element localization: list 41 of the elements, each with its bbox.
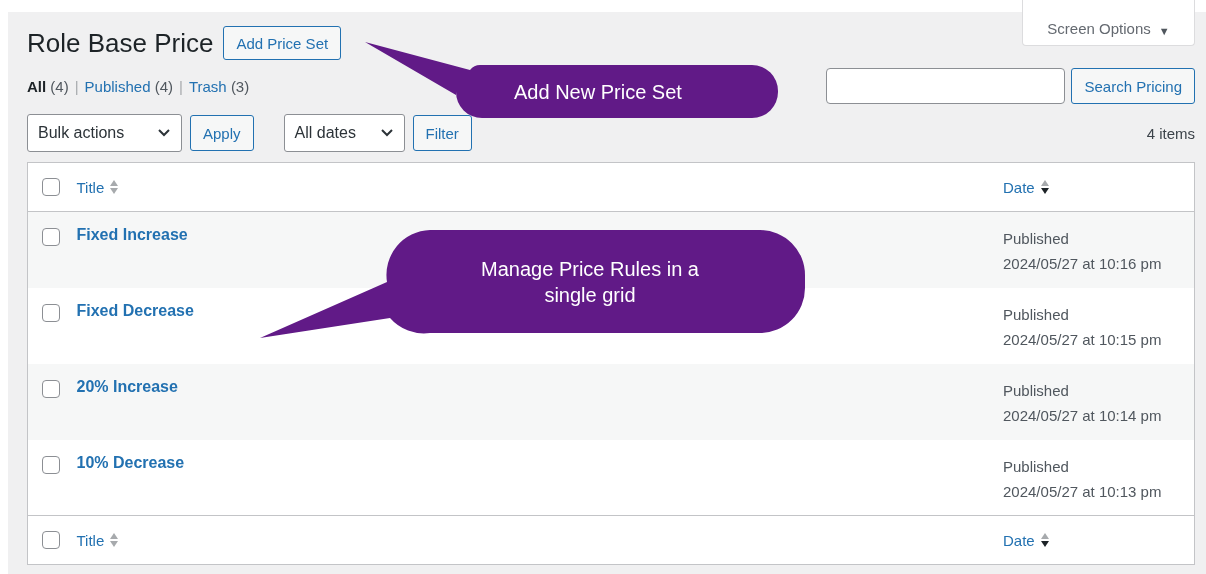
separator: | bbox=[179, 77, 183, 95]
price-set-link[interactable]: 10% Decrease bbox=[76, 453, 185, 471]
item-count: 4 items bbox=[1146, 124, 1195, 142]
column-header-link[interactable]: Date bbox=[1003, 178, 1050, 196]
callout-text: Manage Price Rules in a single grid bbox=[480, 257, 700, 308]
row-checkbox[interactable] bbox=[42, 379, 60, 398]
date-text: 2024/05/27 at 10:15 pm bbox=[1003, 329, 1163, 350]
select-all-checkbox[interactable] bbox=[42, 531, 60, 549]
status-text: Published bbox=[1003, 380, 1070, 401]
chevron-down-icon bbox=[379, 128, 394, 138]
column-header-link[interactable]: Title bbox=[76, 178, 120, 196]
date-text: 2024/05/27 at 10:14 pm bbox=[1003, 405, 1163, 426]
price-set-link[interactable]: 20% Increase bbox=[76, 377, 178, 395]
view-filter-link[interactable]: Trash (3) bbox=[188, 77, 250, 95]
column-header-link[interactable]: Title bbox=[76, 531, 120, 549]
column-header-link[interactable]: Date bbox=[1003, 531, 1050, 549]
status-text: Published bbox=[1003, 304, 1070, 325]
row-checkbox[interactable] bbox=[42, 303, 60, 322]
screen-options-button[interactable]: Screen Options ▼ bbox=[1022, 0, 1195, 46]
price-set-link[interactable]: Fixed Increase bbox=[76, 226, 188, 243]
apply-button[interactable]: Apply bbox=[190, 115, 254, 151]
date-dropdown[interactable]: All dates bbox=[283, 114, 405, 152]
date-text: 2024/05/27 at 10:13 pm bbox=[1003, 481, 1163, 502]
date-text: 2024/05/27 at 10:16 pm bbox=[1003, 254, 1163, 274]
row-checkbox[interactable] bbox=[42, 228, 60, 246]
status-text: Published bbox=[1003, 456, 1070, 477]
separator: | bbox=[74, 77, 79, 95]
view-filter-link[interactable]: All (4) bbox=[27, 77, 69, 95]
bulk-actions-dropdown[interactable]: Bulk actions bbox=[27, 114, 182, 152]
row-checkbox[interactable] bbox=[42, 455, 60, 474]
callout-text: Add New Price Set bbox=[514, 80, 682, 105]
filter-button[interactable]: Filter bbox=[412, 115, 472, 151]
search-field[interactable] bbox=[826, 68, 1066, 104]
view-filter-link[interactable]: Published (4) bbox=[84, 77, 173, 95]
price-set-link[interactable]: Fixed Decrease bbox=[76, 301, 194, 319]
chevron-down-icon bbox=[157, 128, 171, 138]
select-all-checkbox[interactable] bbox=[42, 178, 60, 196]
add-price-set-button[interactable]: Add Price Set bbox=[223, 26, 342, 60]
status-text: Published bbox=[1003, 229, 1070, 249]
page-title: Role Base Price bbox=[27, 27, 214, 59]
search-button[interactable]: Search Pricing bbox=[1071, 68, 1195, 104]
